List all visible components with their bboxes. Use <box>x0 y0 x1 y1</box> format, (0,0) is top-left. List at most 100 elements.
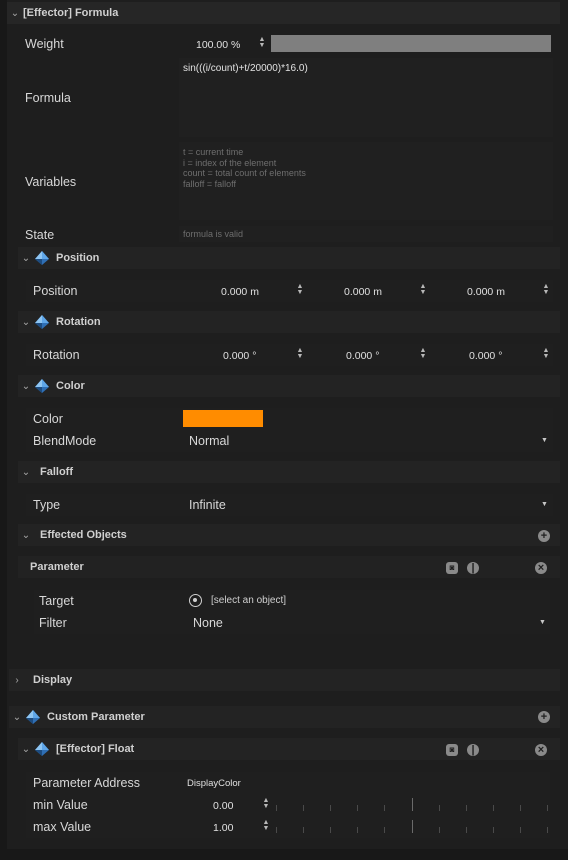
dropdown-arrow-icon[interactable]: ▼ <box>541 501 548 508</box>
min-value-input[interactable]: 0.00 <box>213 800 233 812</box>
blendmode-select[interactable]: Normal <box>189 434 229 448</box>
chevron-down-icon: ⌄ <box>21 380 31 392</box>
close-icon[interactable]: × <box>535 562 547 574</box>
variable-line: t = current time <box>183 147 244 157</box>
blendmode-row <box>26 430 553 452</box>
effector-formula-title: [Effector] Formula <box>23 7 119 19</box>
effected-objects-header[interactable]: ⌄ Effected Objects <box>18 524 560 546</box>
variables-box: t = current time i = index of the elemen… <box>179 142 553 220</box>
color-swatch[interactable] <box>183 410 263 427</box>
rotation-title: Rotation <box>56 316 101 328</box>
add-icon[interactable]: + <box>538 711 550 723</box>
slider-tick <box>466 827 467 833</box>
dropdown-arrow-icon[interactable]: ▼ <box>541 437 548 444</box>
camera-icon[interactable]: ◙ <box>446 562 458 574</box>
falloff-title: Falloff <box>40 466 73 478</box>
variable-line: count = total count of elements <box>183 168 306 178</box>
falloff-header[interactable]: ⌄ Falloff <box>18 461 560 483</box>
parameter-address-input[interactable]: DisplayColor <box>187 778 241 789</box>
custom-parameter-header[interactable]: ⌄ Custom Parameter <box>9 706 560 728</box>
parameter-address-label: Parameter Address <box>33 776 140 790</box>
info-icon[interactable]: | <box>467 562 479 574</box>
max-value-slider[interactable] <box>276 819 548 833</box>
slider-tick <box>330 805 331 811</box>
position-y-stepper[interactable]: ▲ ▼ <box>419 283 427 296</box>
max-value-label: max Value <box>33 820 92 834</box>
min-value-stepper[interactable]: ▲ ▼ <box>262 797 270 810</box>
position-x-stepper[interactable]: ▲ ▼ <box>296 283 304 296</box>
slider-tick <box>520 805 521 811</box>
rotation-z-stepper[interactable]: ▲ ▼ <box>542 347 550 360</box>
close-icon[interactable]: × <box>535 744 547 756</box>
rotation-y-stepper[interactable]: ▲ ▼ <box>419 347 427 360</box>
effector-formula-header[interactable]: ⌄ [Effector] Formula <box>7 2 560 24</box>
color-row <box>26 408 553 430</box>
rotation-x-stepper[interactable]: ▲ ▼ <box>296 347 304 360</box>
target-picker-icon[interactable] <box>189 594 202 607</box>
display-title: Display <box>33 674 73 686</box>
rotation-x-value[interactable]: 0.000 ° <box>223 350 256 362</box>
rotation-y-value[interactable]: 0.000 ° <box>346 350 379 362</box>
slider-tick <box>384 805 385 811</box>
chevron-right-icon: › <box>15 674 19 686</box>
panel-edge <box>0 0 7 860</box>
target-value[interactable]: [select an object] <box>211 595 286 606</box>
state-label: State <box>25 228 55 242</box>
slider-tick <box>384 827 385 833</box>
weight-stepper[interactable]: ▲ ▼ <box>258 36 266 49</box>
weight-value[interactable]: 100.00 % <box>196 39 240 51</box>
chevron-down-icon: ⌄ <box>21 529 31 541</box>
custom-parameter-title: Custom Parameter <box>47 711 145 723</box>
weight-slider[interactable] <box>271 35 551 52</box>
effector-icon <box>34 741 50 757</box>
effector-float-title: [Effector] Float <box>56 743 135 755</box>
falloff-type-select[interactable]: Infinite <box>189 498 226 512</box>
position-header[interactable]: ⌄ Position <box>18 247 560 269</box>
slider-tick <box>412 820 413 833</box>
effected-objects-title: Effected Objects <box>40 529 127 541</box>
variables-text: t = current time i = index of the elemen… <box>183 147 306 189</box>
color-header[interactable]: ⌄ Color <box>18 375 560 397</box>
falloff-type-label: Type <box>33 498 61 512</box>
max-value-stepper[interactable]: ▲ ▼ <box>262 819 270 832</box>
info-icon[interactable]: | <box>467 744 479 756</box>
position-y-value[interactable]: 0.000 m <box>344 286 382 298</box>
position-title: Position <box>56 252 100 264</box>
slider-tick <box>520 827 521 833</box>
position-z-value[interactable]: 0.000 m <box>467 286 505 298</box>
state-text: formula is valid <box>183 229 244 239</box>
variable-line: falloff = falloff <box>183 178 236 189</box>
slider-tick <box>547 805 548 811</box>
add-icon[interactable]: + <box>538 530 550 542</box>
display-header[interactable]: › Display <box>9 669 560 691</box>
target-row <box>34 590 550 612</box>
formula-label: Formula <box>25 91 71 105</box>
weight-slider-fill <box>271 35 551 52</box>
min-value-label: min Value <box>33 798 88 812</box>
max-value-input[interactable]: 1.00 <box>213 822 233 834</box>
color-label: Color <box>33 412 63 426</box>
camera-icon[interactable]: ◙ <box>446 744 458 756</box>
slider-tick <box>493 827 494 833</box>
filter-select[interactable]: None <box>193 616 223 630</box>
weight-label: Weight <box>25 37 64 51</box>
slider-tick <box>330 827 331 833</box>
effector-icon <box>34 314 50 330</box>
formula-input[interactable]: sin(((i/count)+t/20000)*16.0) <box>179 58 553 137</box>
position-x-value[interactable]: 0.000 m <box>221 286 259 298</box>
falloff-type-row <box>26 494 553 516</box>
chevron-down-icon: ⌄ <box>12 711 22 723</box>
chevron-down-icon: ⌄ <box>21 252 31 264</box>
dropdown-arrow-icon[interactable]: ▼ <box>539 619 546 626</box>
filter-row <box>34 612 550 634</box>
rotation-z-value[interactable]: 0.000 ° <box>469 350 502 362</box>
position-z-stepper[interactable]: ▲ ▼ <box>542 283 550 296</box>
color-title: Color <box>56 380 85 392</box>
slider-tick <box>303 827 304 833</box>
slider-tick <box>439 827 440 833</box>
rotation-header[interactable]: ⌄ Rotation <box>18 311 560 333</box>
effector-icon <box>25 709 41 725</box>
slider-tick <box>303 805 304 811</box>
min-value-slider[interactable] <box>276 797 548 811</box>
position-label: Position <box>33 284 78 298</box>
